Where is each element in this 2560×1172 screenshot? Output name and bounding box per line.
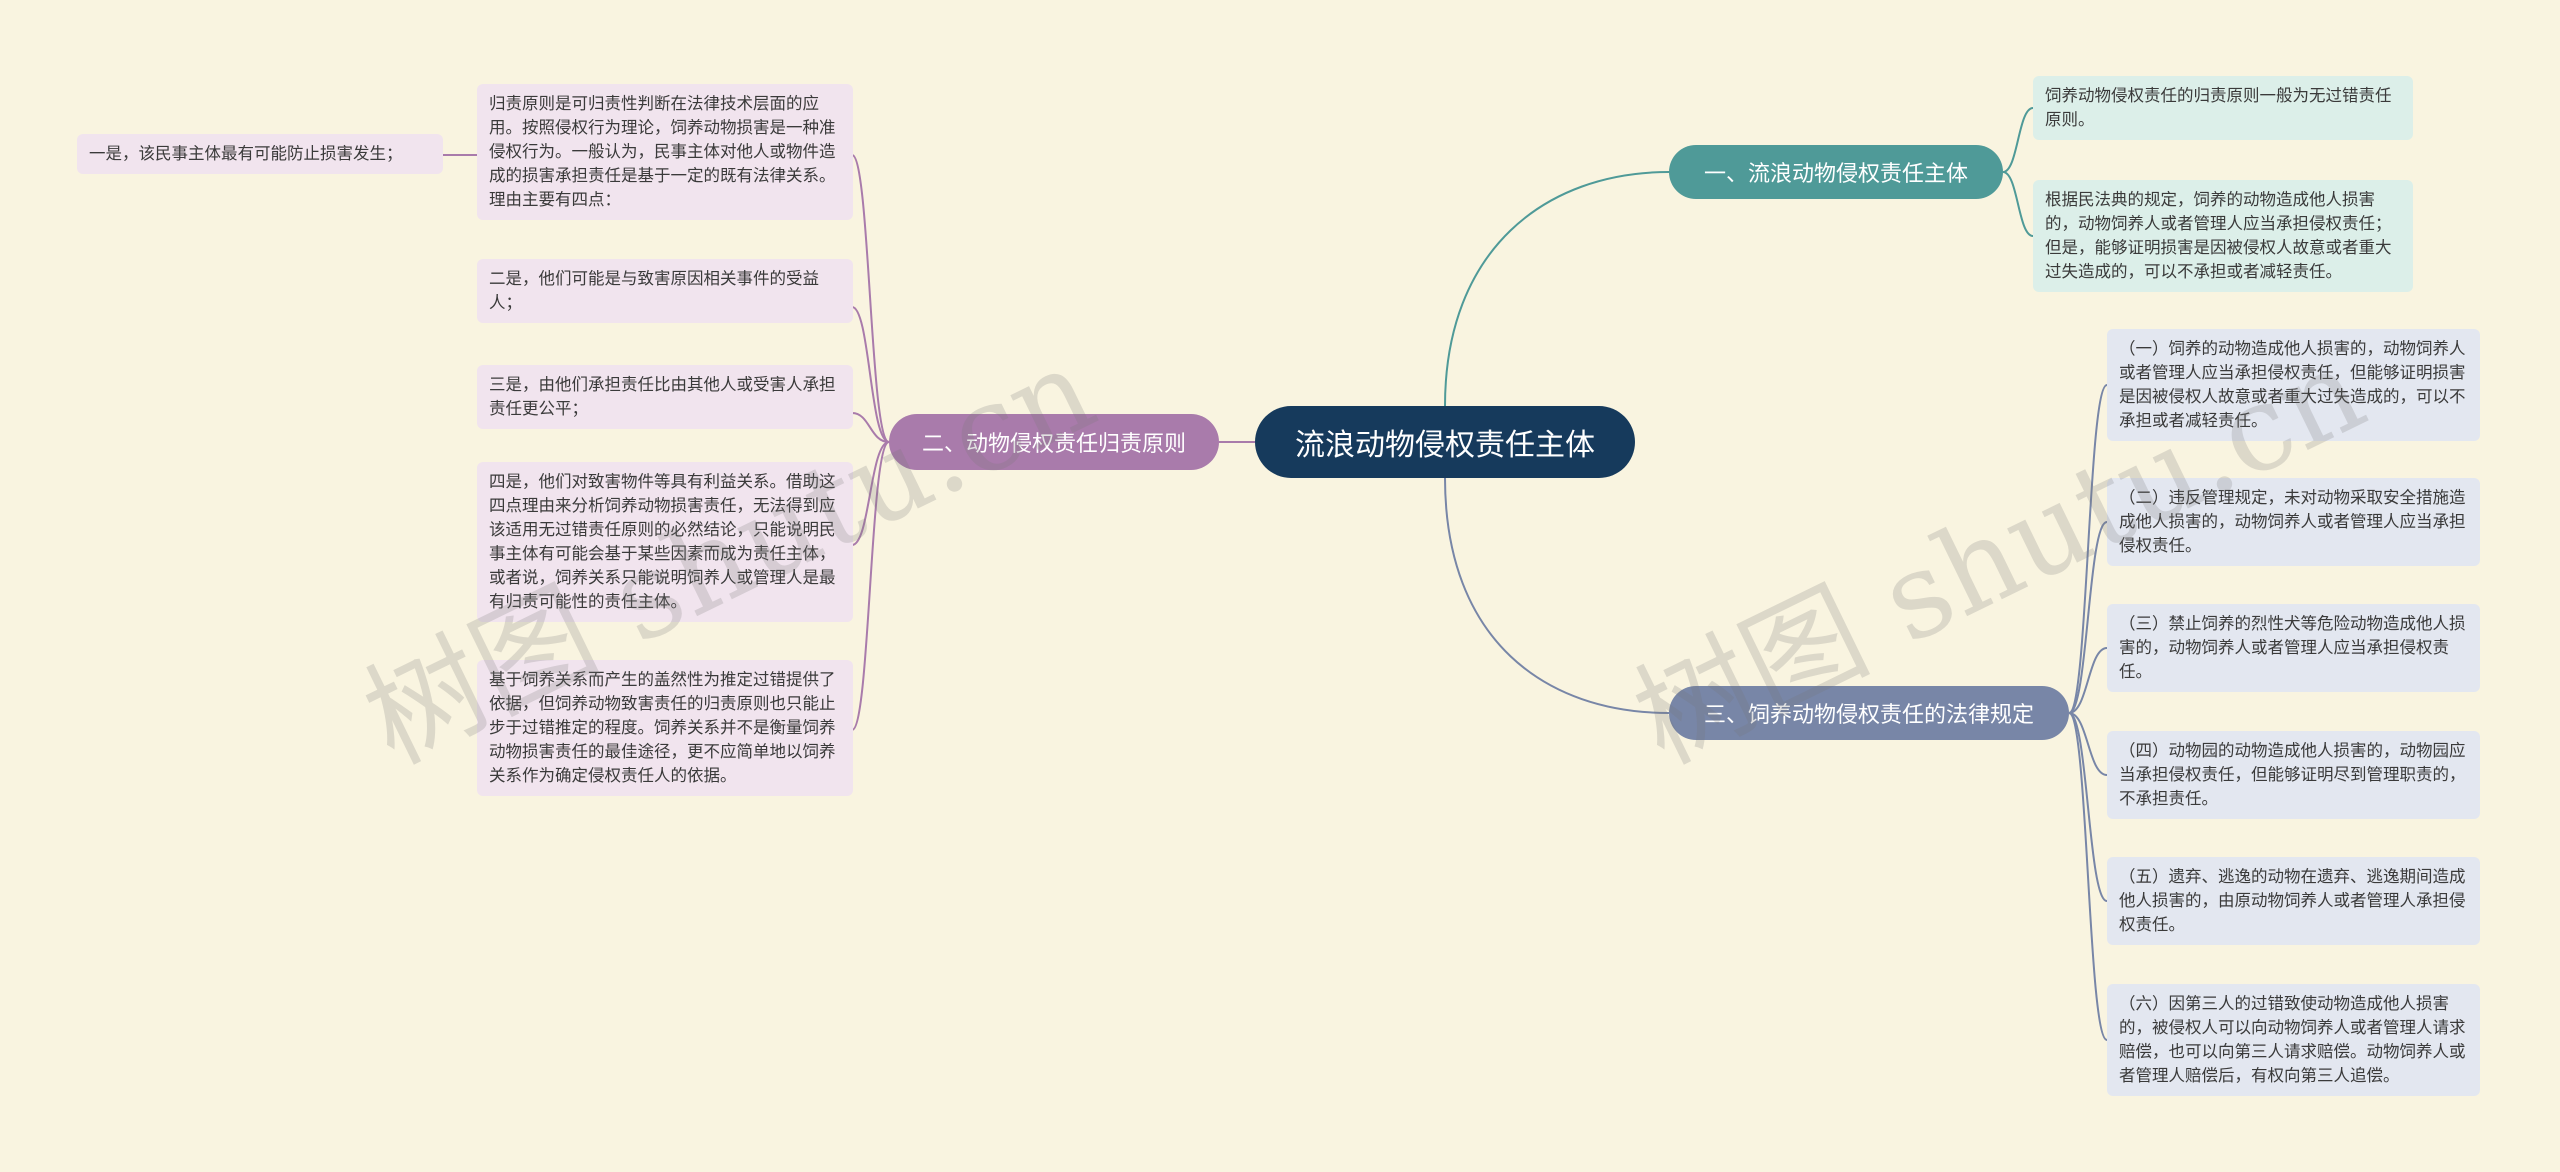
b2-leaf-1[interactable]: 归责原则是可归责性判断在法律技术层面的应用。按照侵权行为理论，饲养动物损害是一种…	[477, 84, 853, 220]
b3-leaf-3[interactable]: （三）禁止饲养的烈性犬等危险动物造成他人损害的，动物饲养人或者管理人应当承担侵权…	[2107, 604, 2480, 692]
connector-b1-leaf1	[2002, 107, 2034, 173]
branch-liability-principle[interactable]: 二、动物侵权责任归责原则	[889, 414, 1219, 470]
connector-root-b1	[1444, 171, 1670, 407]
connector-b1-leaf2	[2002, 171, 2034, 237]
connector-b2-leaf2	[851, 306, 890, 443]
branch-liability-subject[interactable]: 一、流浪动物侵权责任主体	[1669, 145, 2003, 199]
connector-b3-leaf1	[2068, 384, 2108, 714]
b2-leaf-3[interactable]: 三是，由他们承担责任比由其他人或受害人承担责任更公平；	[477, 365, 853, 429]
connector-root-b3	[1444, 477, 1670, 714]
connector-b2-leaf4	[851, 441, 890, 546]
b1-leaf-2[interactable]: 根据民法典的规定，饲养的动物造成他人损害的，动物饲养人或者管理人应当承担侵权责任…	[2033, 180, 2413, 292]
b3-leaf-5[interactable]: （五）遗弃、逃逸的动物在遗弃、逃逸期间造成他人损害的，由原动物饲养人或者管理人承…	[2107, 857, 2480, 945]
b3-leaf-6[interactable]: （六）因第三人的过错致使动物造成他人损害的，被侵权人可以向动物饲养人或者管理人请…	[2107, 984, 2480, 1096]
connector-b3-leaf6	[2068, 712, 2108, 1041]
b2-leaf-5[interactable]: 基于饲养关系而产生的盖然性为推定过错提供了依据，但饲养动物致害责任的归责原则也只…	[477, 660, 853, 796]
b3-leaf-4[interactable]: （四）动物园的动物造成他人损害的，动物园应当承担侵权责任，但能够证明尽到管理职责…	[2107, 731, 2480, 819]
root-topic[interactable]: 流浪动物侵权责任主体	[1255, 406, 1635, 478]
b2-subleaf[interactable]: 一是，该民事主体最有可能防止损害发生；	[77, 134, 443, 174]
b2-leaf-2[interactable]: 二是，他们可能是与致害原因相关事件的受益人；	[477, 259, 853, 323]
b3-leaf-1[interactable]: （一）饲养的动物造成他人损害的，动物饲养人或者管理人应当承担侵权责任，但能够证明…	[2107, 329, 2480, 441]
b2-leaf-4[interactable]: 四是，他们对致害物件等具有利益关系。借助这四点理由来分析饲养动物损害责任，无法得…	[477, 462, 853, 622]
branch-legal-provisions[interactable]: 三、饲养动物侵权责任的法律规定	[1669, 686, 2069, 740]
connector-b2-leaf5	[851, 441, 890, 731]
connector-b2-leaf1	[851, 154, 890, 443]
b1-leaf-1[interactable]: 饲养动物侵权责任的归责原则一般为无过错责任原则。	[2033, 76, 2413, 140]
b3-leaf-2[interactable]: （二）违反管理规定，未对动物采取安全措施造成他人损害的，动物饲养人或者管理人应当…	[2107, 478, 2480, 566]
